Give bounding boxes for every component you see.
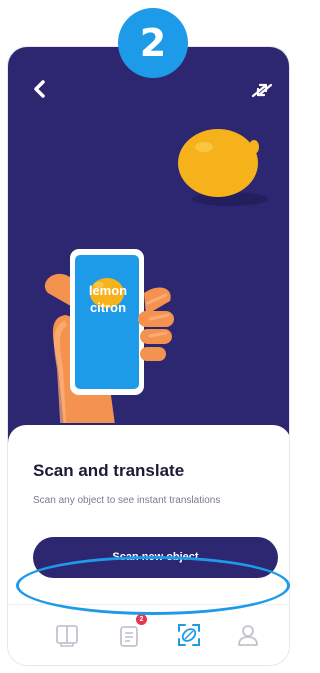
- book-icon: [56, 625, 78, 647]
- scan-illustration: [44, 129, 268, 447]
- scan-icon: [178, 624, 200, 646]
- lemon-fruit-icon: [178, 129, 258, 197]
- tab-flashcards[interactable]: [115, 621, 143, 649]
- hero-illustration-area: lemon citron: [8, 47, 289, 447]
- step-number-badge: 2: [118, 8, 188, 78]
- bottom-tab-bar: 2: [8, 604, 289, 665]
- flashcards-icon: [120, 626, 138, 647]
- back-button[interactable]: [28, 77, 52, 101]
- tab-scan[interactable]: [175, 621, 203, 649]
- swap-arrows-icon: [251, 83, 273, 98]
- scan-new-object-button[interactable]: Scan new object: [33, 537, 278, 578]
- phone-frame: lemon citron Scan and translate Scan any…: [7, 46, 290, 666]
- phone-word-lemon: lemon: [88, 283, 128, 298]
- notification-count-badge: 2: [136, 614, 147, 625]
- sheet-title: Scan and translate: [33, 461, 185, 480]
- tab-dictionary[interactable]: [53, 621, 81, 649]
- tutorial-screen: 2 lemon citron Scan and translate Scan a…: [0, 0, 295, 673]
- phone-word-citron: citron: [89, 300, 127, 315]
- profile-icon: [238, 625, 258, 646]
- sheet-subtitle: Scan any object to see instant translati…: [33, 495, 221, 506]
- chevron-left-icon: [34, 80, 45, 98]
- tab-profile[interactable]: [234, 621, 262, 649]
- swap-languages-button[interactable]: [249, 79, 275, 101]
